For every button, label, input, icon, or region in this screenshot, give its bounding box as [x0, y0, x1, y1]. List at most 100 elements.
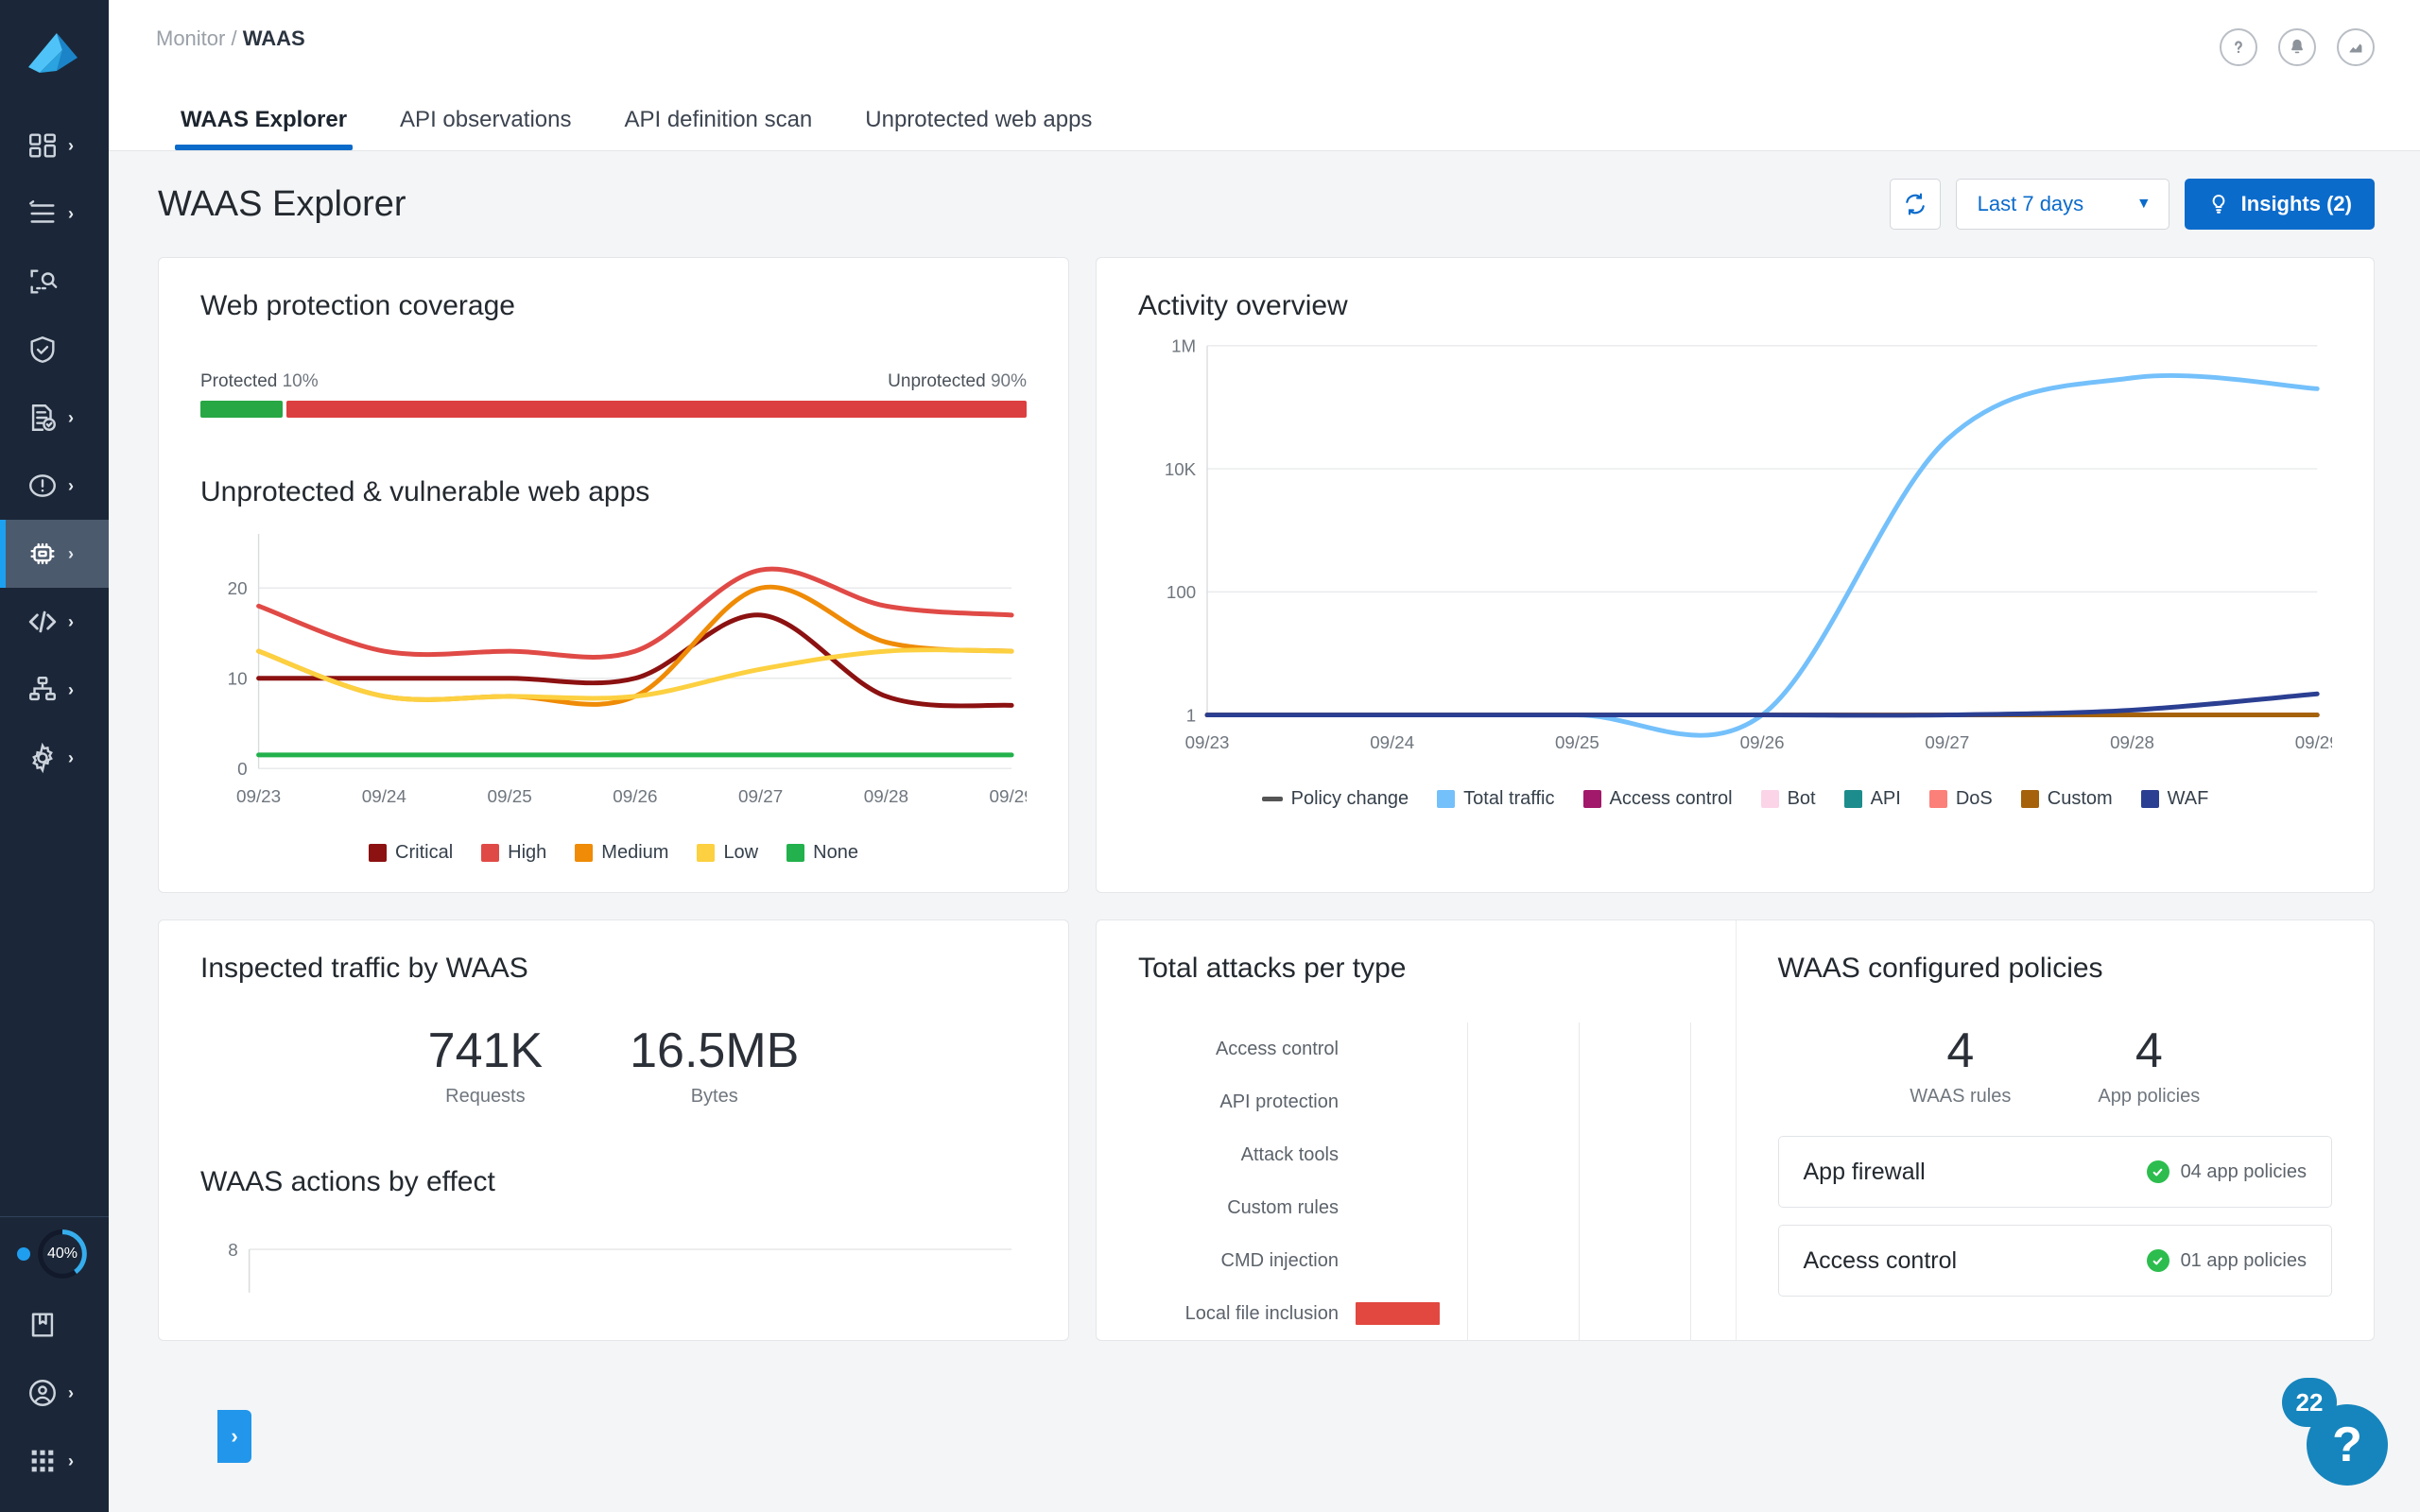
total-attacks-chart[interactable]: Access control API protection Attack tools… — [1138, 1022, 1694, 1340]
document-check-icon — [26, 402, 59, 434]
page-header: WAAS Explorer Last 7 days ▼ Insights (2) — [109, 151, 2420, 257]
web-protection-title: Web protection coverage — [200, 290, 515, 321]
chip-icon — [26, 538, 59, 570]
stat-requests-label: Requests — [445, 1086, 526, 1108]
legend-item[interactable]: High — [481, 842, 546, 864]
legend-item[interactable]: Total traffic — [1437, 788, 1555, 810]
tab-waas-explorer[interactable]: WAAS Explorer — [154, 107, 373, 150]
sidebar-item-radar[interactable] — [0, 248, 109, 316]
policy-row-access-control[interactable]: Access control 01 app policies — [1777, 1225, 2332, 1297]
chevron-down-icon: ▼ — [2135, 196, 2152, 212]
attack-bar-row[interactable]: Local file inclusion — [1138, 1287, 1694, 1340]
legend-label: Policy change — [1290, 788, 1409, 809]
legend-label: API — [1870, 788, 1901, 809]
legend-item[interactable]: Access control — [1582, 788, 1733, 810]
legend-swatch — [697, 844, 716, 862]
prisma-cloud-logo-icon — [27, 33, 78, 73]
coverage-protected-segment[interactable] — [200, 401, 284, 418]
status-dot-icon — [17, 1247, 30, 1261]
attack-bar-row[interactable]: Access control — [1138, 1022, 1694, 1075]
total-attacks-title: Total attacks per type — [1138, 953, 1407, 984]
legend-item[interactable]: DoS — [1928, 788, 1993, 810]
stat-bytes-label: Bytes — [690, 1086, 738, 1108]
attack-bar-fill — [1356, 1302, 1441, 1325]
stat-app-policies: 4 App policies — [2098, 1023, 2200, 1108]
svg-text:09/23: 09/23 — [1185, 732, 1230, 752]
stat-bytes: 16.5MB Bytes — [630, 1023, 799, 1108]
sidebar-item-defend[interactable] — [0, 316, 109, 384]
help-widget-button[interactable]: ? — [2307, 1404, 2388, 1486]
sidebar-item-account[interactable]: › — [0, 1359, 109, 1427]
legend-label: Total traffic — [1463, 788, 1555, 809]
legend-label: Bot — [1787, 788, 1816, 809]
breadcrumb-parent[interactable]: Monitor — [156, 26, 225, 50]
legend-item[interactable]: API — [1843, 788, 1901, 810]
attack-bar-row[interactable]: Attack tools — [1138, 1128, 1694, 1181]
page-title: WAAS Explorer — [158, 183, 406, 224]
tab-unprotected-web-apps[interactable]: Unprotected web apps — [838, 107, 1118, 150]
logo[interactable] — [0, 0, 109, 112]
time-range-select[interactable]: Last 7 days ▼ — [1955, 179, 2169, 230]
dashboard-board: Web protection coverage Protected 10% Un… — [109, 257, 2420, 1341]
legend-item[interactable]: Custom — [2020, 788, 2113, 810]
legend-item[interactable]: Critical — [369, 842, 453, 864]
sidebar-drawer-toggle[interactable]: › — [217, 1410, 251, 1463]
attack-bar-row[interactable]: Custom rules — [1138, 1181, 1694, 1234]
svg-text:0: 0 — [237, 759, 248, 779]
sidebar-item-apps[interactable]: › — [0, 1427, 109, 1495]
unprotected-pct: 90% — [990, 371, 1027, 391]
vulnerable-apps-chart[interactable]: 0 10 20 09/23 09/24 09/25 09/26 09/27 09/28 09/29 — [200, 508, 1034, 825]
sidebar-item-code[interactable]: › — [0, 588, 109, 656]
legend-item[interactable]: Bot — [1760, 788, 1816, 810]
sidebar-item-docs[interactable] — [0, 1291, 109, 1359]
legend-item[interactable]: Low — [697, 842, 758, 864]
attack-bar-label: Access control — [1215, 1038, 1339, 1059]
waas-actions-chart[interactable]: 8 — [200, 1227, 1027, 1297]
gridline — [1578, 1287, 1580, 1340]
activity-overview-chart[interactable]: 1 100 10K 1M 09/23 09/24 09/25 09/26 09/27 09/28 0… — [1138, 322, 2340, 771]
svg-text:09/24: 09/24 — [362, 786, 406, 806]
gear-icon — [26, 742, 59, 774]
stat-waas-rules: 4 WAAS rules — [1910, 1023, 2011, 1108]
sidebar-item-network[interactable]: › — [0, 656, 109, 724]
svg-text:10: 10 — [228, 669, 248, 689]
legend-item[interactable]: WAF — [2140, 788, 2209, 810]
legend-item[interactable]: Policy change — [1261, 788, 1409, 810]
bell-icon[interactable] — [2278, 28, 2316, 66]
policy-row-app-firewall[interactable]: App firewall 04 app policies — [1777, 1136, 2332, 1209]
chevron-right-icon: › — [68, 612, 74, 631]
sidebar-item-dashboards[interactable]: › — [0, 112, 109, 180]
legend-label: Custom — [2047, 788, 2113, 809]
attack-bar-label: CMD injection — [1220, 1249, 1339, 1271]
svg-text:09/24: 09/24 — [1370, 732, 1414, 752]
progress-gauge-icon: 40% — [36, 1228, 89, 1280]
attack-bar-track — [1356, 1128, 1694, 1181]
sidebar-item-settings[interactable]: › — [0, 724, 109, 792]
sidebar-item-compliance[interactable]: › — [0, 384, 109, 452]
tab-api-definition-scan[interactable]: API definition scan — [597, 107, 838, 150]
legend-label: DoS — [1955, 788, 1993, 809]
sidebar-item-runtime[interactable]: › — [0, 520, 109, 588]
legend-label: Medium — [601, 842, 669, 863]
attack-bar-row[interactable]: CMD injection — [1138, 1234, 1694, 1287]
tab-api-observations[interactable]: API observations — [373, 107, 597, 150]
sidebar-item-alerts[interactable]: › — [0, 452, 109, 520]
help-icon[interactable] — [2220, 28, 2257, 66]
time-range-value: Last 7 days — [1977, 192, 2084, 215]
refresh-icon[interactable] — [1889, 179, 1941, 230]
onboarding-progress[interactable]: 40% — [0, 1217, 109, 1291]
insights-button[interactable]: Insights (2) — [2184, 179, 2375, 230]
legend-swatch — [481, 844, 500, 862]
dashboard-icon — [26, 129, 59, 162]
attack-bar-label: Custom rules — [1227, 1196, 1339, 1218]
svg-text:09/25: 09/25 — [1555, 732, 1599, 752]
legend-label: WAF — [2167, 788, 2209, 809]
legend-item[interactable]: None — [786, 842, 858, 864]
coverage-unprotected-segment[interactable] — [286, 401, 1027, 418]
analytics-icon[interactable] — [2337, 28, 2375, 66]
legend-item[interactable]: Medium — [575, 842, 668, 864]
attack-bar-track — [1356, 1075, 1694, 1128]
sidebar-item-monitor[interactable]: › — [0, 180, 109, 248]
attack-bar-row[interactable]: API protection — [1138, 1075, 1694, 1128]
sidebar-bottom: 40% › › — [0, 1217, 109, 1512]
